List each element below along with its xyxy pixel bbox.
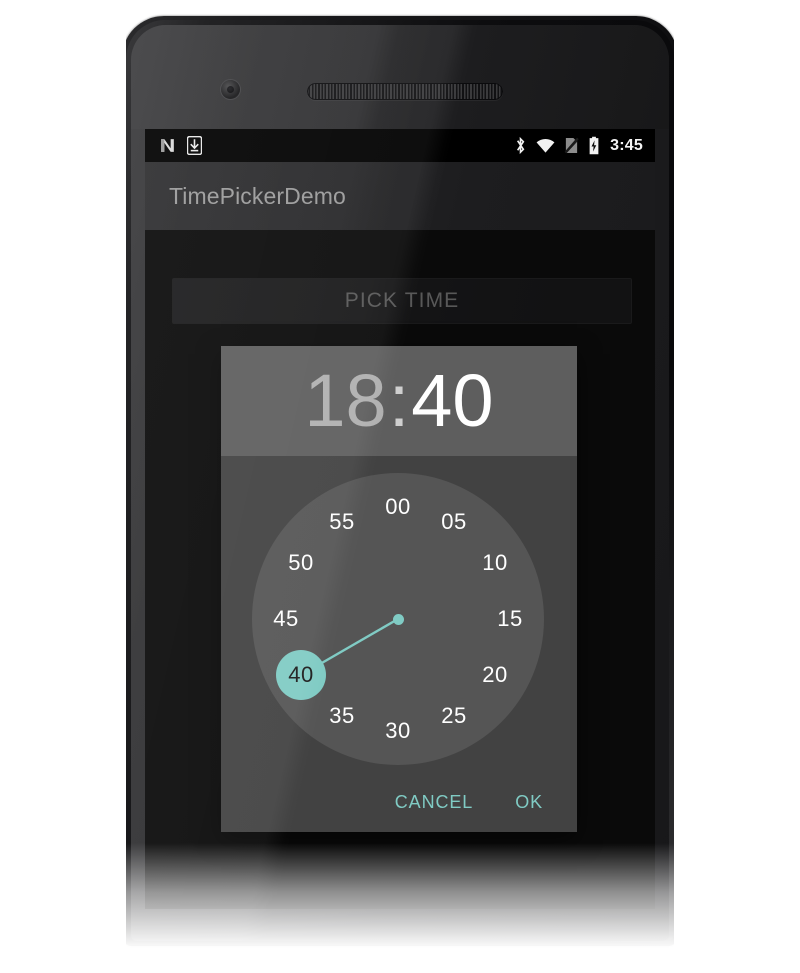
- cancel-button[interactable]: CANCEL: [387, 786, 481, 819]
- bluetooth-icon: [514, 136, 527, 155]
- minute-field[interactable]: 40: [411, 364, 493, 438]
- time-picker-header: 18 : 40: [221, 346, 577, 456]
- app-content: PICK TIME Picked time appears here 18 : …: [145, 230, 655, 909]
- time-picker-body: 00 05 10 15 20 25 30 35 40 45 50 55 CANCEL OK: [221, 456, 577, 832]
- status-bar-right-icons: 3:45: [514, 136, 643, 155]
- clock-tick-40[interactable]: 40: [279, 662, 323, 688]
- clock-tick-45[interactable]: 45: [264, 606, 308, 632]
- clock-tick-50[interactable]: 50: [279, 550, 323, 576]
- earpiece-speaker-icon: [307, 83, 503, 100]
- clock-tick-55[interactable]: 55: [320, 509, 364, 535]
- time-picker-dialog: 18 : 40 00 05 10 15 20 25 30 35 40 45 50 55: [221, 346, 577, 832]
- clock-tick-20[interactable]: 20: [473, 662, 517, 688]
- no-sim-icon: [564, 137, 579, 154]
- hour-field[interactable]: 18: [304, 364, 386, 438]
- device-screen: 3:45 TimePickerDemo PICK TIME Picked tim…: [145, 129, 655, 909]
- android-n-logo-icon: [158, 136, 177, 155]
- battery-charging-icon: [588, 136, 600, 155]
- dialog-actions: CANCEL OK: [221, 772, 577, 832]
- clock-tick-15[interactable]: 15: [488, 606, 532, 632]
- front-camera-icon: [221, 80, 240, 99]
- clock-tick-00[interactable]: 00: [376, 494, 420, 520]
- wifi-icon: [536, 138, 555, 154]
- ok-button[interactable]: OK: [507, 786, 551, 819]
- status-bar-left-icons: [158, 136, 202, 155]
- status-bar-clock: 3:45: [610, 136, 643, 154]
- clock-center-dot: [392, 613, 404, 625]
- clock-tick-05[interactable]: 05: [432, 509, 476, 535]
- clock-tick-30[interactable]: 30: [376, 718, 420, 744]
- clock-tick-35[interactable]: 35: [320, 703, 364, 729]
- clock-tick-10[interactable]: 10: [473, 550, 517, 576]
- time-display: 18 : 40: [304, 364, 493, 438]
- screenshot-stage: 3:45 TimePickerDemo PICK TIME Picked tim…: [0, 0, 800, 973]
- status-bar: 3:45: [145, 129, 655, 162]
- app-title: TimePickerDemo: [169, 182, 346, 209]
- left-margin: [0, 0, 126, 973]
- time-separator: :: [388, 359, 410, 442]
- clock-tick-25[interactable]: 25: [432, 703, 476, 729]
- right-margin: [674, 0, 800, 973]
- phone-forehead: [131, 25, 669, 129]
- clock-face[interactable]: 00 05 10 15 20 25 30 35 40 45 50 55: [252, 473, 544, 765]
- app-action-bar: TimePickerDemo: [145, 162, 655, 230]
- phone-glass: 3:45 TimePickerDemo PICK TIME Picked tim…: [131, 25, 669, 941]
- download-icon: [187, 136, 202, 155]
